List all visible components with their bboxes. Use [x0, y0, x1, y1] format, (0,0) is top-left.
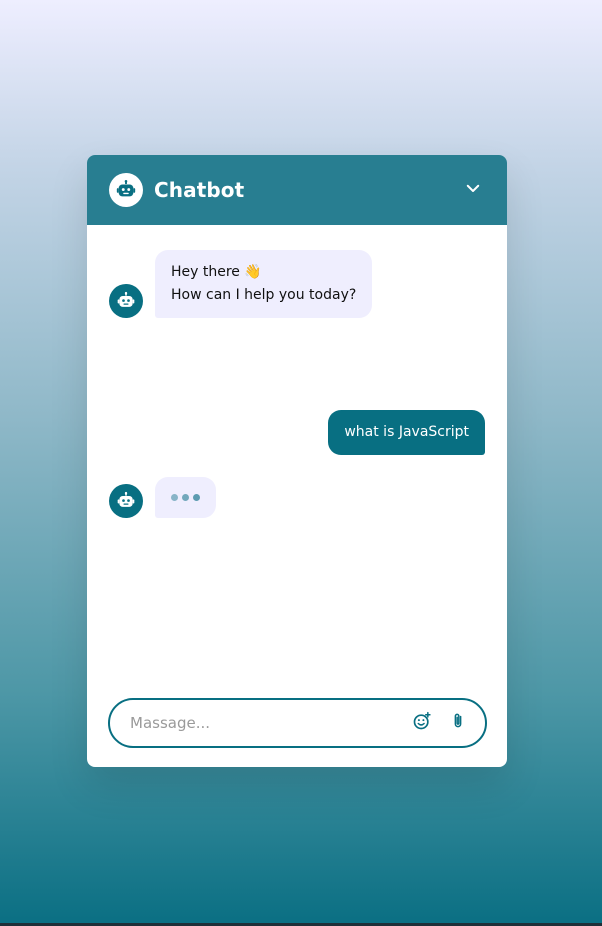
chat-body: Hey there 👋 How can I help you today? wh…	[87, 225, 507, 695]
typing-indicator	[155, 477, 216, 518]
typing-dot	[182, 494, 189, 501]
emoji-smile-icon	[412, 711, 432, 735]
paperclip-icon	[449, 712, 467, 734]
bot-avatar	[109, 284, 143, 318]
bot-message-row: Hey there 👋 How can I help you today?	[109, 250, 373, 318]
user-message-bubble: what is JavaScript	[328, 410, 485, 455]
chat-footer	[108, 698, 487, 748]
attach-button[interactable]	[447, 712, 469, 734]
chat-header: Chatbot	[87, 155, 507, 225]
bot-message-line: How can I help you today?	[171, 287, 357, 303]
chat-window: Chatbot Hey there 👋 How can I help you t…	[87, 155, 507, 767]
bot-message-line: Hey there 👋	[171, 264, 262, 280]
collapse-button[interactable]	[461, 178, 485, 202]
typing-dot	[193, 494, 200, 501]
robot-icon	[117, 491, 135, 507]
typing-dot	[171, 494, 178, 501]
bot-avatar	[109, 484, 143, 518]
message-input[interactable]	[128, 713, 397, 733]
chevron-down-icon	[464, 179, 482, 201]
robot-icon	[109, 173, 143, 207]
bot-typing-row	[109, 477, 216, 518]
bot-message-bubble: Hey there 👋 How can I help you today?	[155, 250, 373, 318]
chat-title: Chatbot	[154, 178, 245, 202]
emoji-button[interactable]	[411, 711, 433, 735]
robot-icon	[117, 291, 135, 307]
